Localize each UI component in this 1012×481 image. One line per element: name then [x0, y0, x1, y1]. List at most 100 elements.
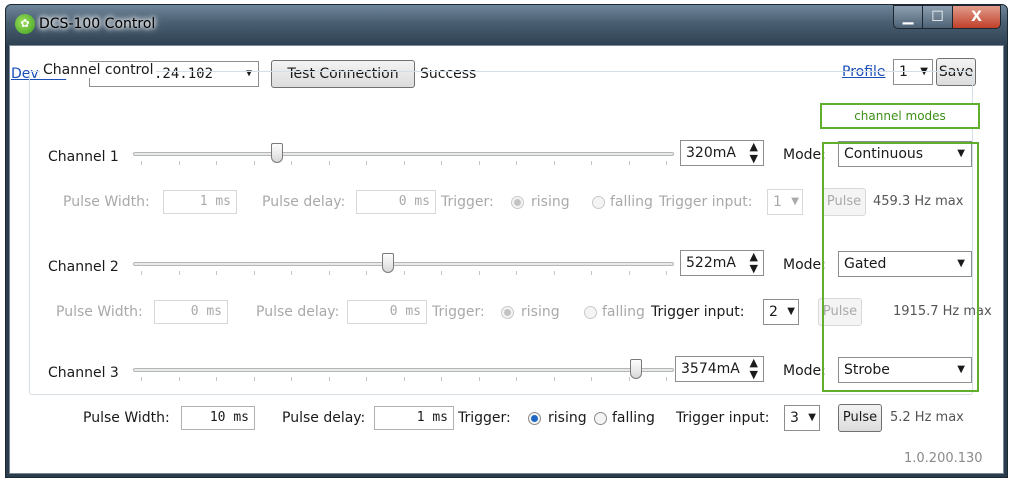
- slider-tick: [478, 377, 480, 381]
- slider-tick: [216, 271, 217, 275]
- trigger-falling-radio[interactable]: [592, 196, 605, 209]
- slider-tick: [553, 161, 555, 165]
- trigger-label: Trigger:: [441, 194, 494, 210]
- slider-tick: [403, 377, 405, 381]
- current-slider-thumb[interactable]: [630, 359, 643, 379]
- current-spinbox[interactable]: 3574mA ▲ ▼: [675, 356, 764, 382]
- slider-tick: [516, 161, 517, 165]
- slider-tick: [253, 271, 255, 275]
- trigger-rising-label: rising: [531, 194, 570, 210]
- trigger-rising-label: rising: [548, 410, 587, 426]
- slider-tick: [328, 377, 330, 381]
- slider-tick: [628, 377, 630, 381]
- slider-tick: [178, 377, 180, 381]
- slider-tick: [441, 161, 442, 165]
- mode-label: Mode:: [783, 363, 826, 379]
- current-spinbox[interactable]: 522mA ▲ ▼: [680, 250, 764, 276]
- pulse-width-input[interactable]: 1 ms: [163, 190, 237, 214]
- slider-tick: [478, 271, 480, 275]
- up-down-icon: ▲ ▼: [749, 356, 758, 381]
- current-slider-track[interactable]: [133, 262, 674, 266]
- slider-tick: [328, 161, 330, 165]
- current-slider-track[interactable]: [133, 152, 674, 156]
- slider-tick: [403, 161, 405, 165]
- trigger-falling-radio[interactable]: [584, 306, 597, 319]
- current-slider-thumb[interactable]: [270, 143, 283, 163]
- slider-tick: [366, 271, 367, 275]
- trigger-falling-radio[interactable]: [594, 412, 607, 425]
- trigger-falling-label: falling: [610, 194, 653, 210]
- pulse-delay-label: Pulse delay:: [256, 304, 340, 320]
- slider-tick: [553, 271, 555, 275]
- slider-tick: [553, 377, 555, 381]
- mode-label: Mode:: [783, 257, 826, 273]
- slider-tick: [591, 271, 592, 275]
- channel-label: Channel 2: [48, 259, 119, 275]
- slider-tick: [628, 161, 630, 165]
- pulse-width-input[interactable]: 10 ms: [181, 406, 255, 430]
- trigger-label: Trigger:: [432, 304, 485, 320]
- trigger-input-value: 1: [773, 194, 782, 210]
- trigger-input-select[interactable]: 3 ▼: [784, 405, 820, 431]
- slider-tick: [516, 377, 517, 381]
- trigger-input-label: Trigger input:: [676, 410, 770, 426]
- slider-tick: [328, 271, 330, 275]
- chevron-down-icon: ▼: [787, 306, 795, 317]
- trigger-input-select[interactable]: 2 ▼: [763, 299, 799, 325]
- pulse-width-label: Pulse Width:: [83, 410, 170, 426]
- slider-tick: [591, 377, 592, 381]
- pulse-delay-input[interactable]: 1 ms: [374, 406, 454, 430]
- channel-modes-annotation: channel modes: [820, 103, 980, 129]
- slider-tick: [178, 161, 180, 165]
- channel-modes-highlight: [822, 142, 979, 392]
- maximize-button[interactable]: ☐: [923, 5, 953, 29]
- current-value: 320mA: [686, 145, 736, 161]
- trigger-rising-radio[interactable]: [511, 196, 524, 209]
- window-title: DCS-100 Control: [39, 16, 156, 32]
- title-bar[interactable]: ✿ DCS-100 Control ▁ ☐ X: [6, 5, 1007, 45]
- slider-tick: [253, 161, 255, 165]
- slider-tick: [516, 271, 517, 275]
- slider-tick: [666, 377, 667, 381]
- pulse-button[interactable]: Pulse: [838, 404, 882, 432]
- minimize-button[interactable]: ▁: [893, 5, 923, 29]
- slider-tick: [628, 271, 630, 275]
- slider-tick: [441, 377, 442, 381]
- app-icon: ✿: [15, 14, 35, 34]
- slider-tick: [141, 377, 142, 381]
- slider-tick: [441, 271, 442, 275]
- slider-tick: [141, 161, 142, 165]
- pulse-width-input[interactable]: 0 ms: [154, 300, 228, 324]
- trigger-rising-label: rising: [521, 304, 560, 320]
- channel-label: Channel 1: [48, 149, 119, 165]
- version-label: 1.0.200.130: [904, 451, 983, 466]
- mode-label: Mode:: [783, 147, 826, 163]
- trigger-input-label: Trigger input:: [651, 304, 745, 320]
- trigger-input-select[interactable]: 1 ▼: [767, 189, 803, 215]
- slider-tick: [478, 161, 480, 165]
- trigger-rising-radio[interactable]: [528, 412, 541, 425]
- slider-tick: [291, 161, 292, 165]
- trigger-falling-label: falling: [612, 410, 655, 426]
- trigger-input-label: Trigger input:: [659, 194, 753, 210]
- pulse-width-label: Pulse Width:: [56, 304, 143, 320]
- trigger-input-value: 3: [790, 410, 799, 426]
- current-slider-track[interactable]: [133, 368, 674, 372]
- chevron-down-icon: ▼: [808, 412, 816, 423]
- slider-tick: [666, 161, 667, 165]
- close-button[interactable]: X: [953, 5, 1001, 29]
- current-spinbox[interactable]: 320mA ▲ ▼: [680, 140, 764, 166]
- current-slider-thumb[interactable]: [381, 253, 394, 273]
- slider-tick: [591, 161, 592, 165]
- slider-tick: [216, 161, 217, 165]
- trigger-falling-label: falling: [602, 304, 645, 320]
- pulse-delay-input[interactable]: 0 ms: [356, 190, 436, 214]
- current-value: 3574mA: [681, 361, 740, 377]
- slider-tick: [403, 271, 405, 275]
- pulse-delay-input[interactable]: 0 ms: [347, 300, 427, 324]
- slider-tick: [291, 377, 292, 381]
- trigger-rising-radio[interactable]: [501, 306, 514, 319]
- slider-tick: [366, 377, 367, 381]
- slider-tick: [141, 271, 142, 275]
- current-value: 522mA: [686, 255, 736, 271]
